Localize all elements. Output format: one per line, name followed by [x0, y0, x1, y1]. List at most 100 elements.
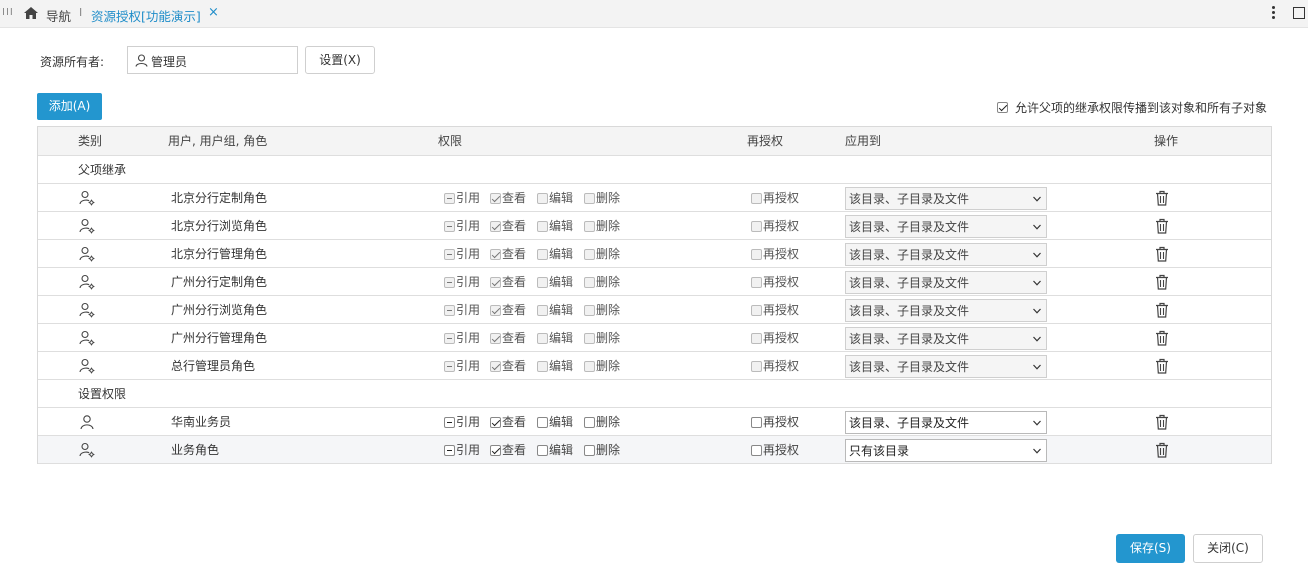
edit-checkbox[interactable]: [537, 444, 548, 456]
trash-icon[interactable]: [1155, 246, 1169, 262]
table-row[interactable]: 北京分行浏览角色 引用 查看 编辑 删除 再授权 该目录、子目录及文件: [38, 212, 1271, 240]
regrant-checkbox: [751, 304, 762, 316]
trash-icon[interactable]: [1155, 442, 1169, 458]
table-row[interactable]: 业务角色 引用 查看 编辑 删除 再授权 只有该目录: [38, 436, 1271, 464]
regrant-checkbox[interactable]: [751, 416, 762, 428]
group-label: 父项继承: [78, 163, 127, 177]
regrant-checkbox: [751, 276, 762, 288]
delete-checkbox: [584, 276, 595, 288]
delete-checkbox[interactable]: [584, 444, 595, 456]
apply-to-select[interactable]: 该目录、子目录及文件: [845, 411, 1047, 434]
view-checkbox: [490, 304, 501, 316]
apply-to-select: 该目录、子目录及文件: [845, 187, 1047, 210]
ref-label: 引用: [456, 331, 481, 345]
role-icon: [79, 302, 95, 318]
add-button[interactable]: 添加(A): [37, 93, 102, 120]
close-button[interactable]: 关闭(C): [1193, 534, 1263, 563]
more-vertical-icon[interactable]: [1266, 4, 1280, 22]
apply-to-select[interactable]: 只有该目录: [845, 439, 1047, 462]
ref-checkbox[interactable]: [444, 444, 455, 456]
group-label: 设置权限: [78, 387, 127, 401]
perm-view[interactable]: 查看: [490, 443, 526, 457]
role-icon: [79, 190, 95, 206]
ref-label: 引用: [456, 443, 481, 457]
view-label: 查看: [502, 247, 527, 261]
owner-field[interactable]: 管理员: [127, 46, 298, 74]
perm-ref[interactable]: 引用: [444, 443, 480, 457]
save-button[interactable]: 保存(S): [1116, 534, 1185, 563]
delete-label: 删除: [596, 247, 621, 261]
tab-resource-auth[interactable]: 资源授权[功能演示]: [91, 6, 201, 25]
perm-edit: 编辑: [537, 219, 573, 233]
principal-name: 北京分行管理角色: [171, 247, 268, 261]
view-checkbox[interactable]: [490, 416, 501, 428]
role-icon: [79, 274, 95, 290]
allow-inherit-option[interactable]: 允许父项的继承权限传播到该对象和所有子对象: [997, 99, 1267, 116]
perm-delete: 删除: [584, 359, 620, 373]
view-checkbox[interactable]: [490, 444, 501, 456]
drag-grip-icon[interactable]: III: [2, 7, 14, 18]
user-icon: [80, 415, 94, 430]
trash-icon[interactable]: [1155, 190, 1169, 206]
perm-regrant: 再授权: [751, 191, 799, 205]
perm-delete[interactable]: 删除: [584, 443, 620, 457]
delete-checkbox[interactable]: [584, 416, 595, 428]
perm-edit[interactable]: 编辑: [537, 415, 573, 429]
close-tab-icon[interactable]: ×: [208, 5, 219, 20]
chevron-down-icon: [1033, 196, 1041, 202]
perm-ref: 引用: [444, 191, 480, 205]
apply-to-value: 该目录、子目录及文件: [849, 332, 970, 346]
role-icon: [79, 246, 95, 262]
perm-ref: 引用: [444, 303, 480, 317]
role-icon: [79, 358, 95, 374]
perm-delete: 删除: [584, 219, 620, 233]
table-row[interactable]: 总行管理员角色 引用 查看 编辑 删除 再授权 该目录、子目录及文件: [38, 352, 1271, 380]
perm-regrant[interactable]: 再授权: [751, 443, 799, 457]
table-row[interactable]: 北京分行管理角色 引用 查看 编辑 删除 再授权 该目录、子目录及文件: [38, 240, 1271, 268]
delete-label: 删除: [596, 191, 621, 205]
ref-label: 引用: [456, 415, 481, 429]
regrant-checkbox: [751, 220, 762, 232]
maximize-icon[interactable]: [1293, 7, 1305, 19]
trash-icon[interactable]: [1155, 330, 1169, 346]
trash-icon[interactable]: [1155, 302, 1169, 318]
regrant-label: 再授权: [763, 191, 800, 205]
apply-to-value: 该目录、子目录及文件: [849, 304, 970, 318]
perm-view: 查看: [490, 331, 526, 345]
ref-checkbox: [444, 360, 455, 372]
perm-ref: 引用: [444, 219, 480, 233]
regrant-checkbox[interactable]: [751, 444, 762, 456]
perm-view[interactable]: 查看: [490, 415, 526, 429]
delete-checkbox: [584, 304, 595, 316]
view-checkbox: [490, 220, 501, 232]
perm-delete[interactable]: 删除: [584, 415, 620, 429]
view-checkbox: [490, 332, 501, 344]
allow-inherit-checkbox[interactable]: [997, 102, 1008, 113]
edit-checkbox[interactable]: [537, 416, 548, 428]
home-icon[interactable]: [23, 6, 39, 20]
perm-regrant: 再授权: [751, 247, 799, 261]
table-row[interactable]: 华南业务员 引用 查看 编辑 删除 再授权 该目录、子目录及文件: [38, 408, 1271, 436]
trash-icon[interactable]: [1155, 414, 1169, 430]
trash-icon[interactable]: [1155, 358, 1169, 374]
perm-ref[interactable]: 引用: [444, 415, 480, 429]
delete-checkbox: [584, 360, 595, 372]
ref-checkbox[interactable]: [444, 416, 455, 428]
apply-to-value: 该目录、子目录及文件: [849, 220, 970, 234]
chevron-down-icon: [1033, 336, 1041, 342]
table-row[interactable]: 北京分行定制角色 引用 查看 编辑 删除 再授权 该目录、子目录及文件: [38, 184, 1271, 212]
set-owner-button[interactable]: 设置(X): [305, 46, 375, 74]
perm-edit[interactable]: 编辑: [537, 443, 573, 457]
table-row[interactable]: 广州分行定制角色 引用 查看 编辑 删除 再授权 该目录、子目录及文件: [38, 268, 1271, 296]
trash-icon[interactable]: [1155, 218, 1169, 234]
table-row[interactable]: 广州分行浏览角色 引用 查看 编辑 删除 再授权 该目录、子目录及文件: [38, 296, 1271, 324]
perm-regrant[interactable]: 再授权: [751, 415, 799, 429]
permission-table: 类别 用户, 用户组, 角色 权限 再授权 应用到 操作 父项继承 北京分行定制角…: [37, 126, 1272, 464]
apply-to-select: 该目录、子目录及文件: [845, 327, 1047, 350]
table-row[interactable]: 广州分行管理角色 引用 查看 编辑 删除 再授权 该目录、子目录及文件: [38, 324, 1271, 352]
delete-label: 删除: [596, 275, 621, 289]
tab-navigation[interactable]: 导航: [46, 6, 71, 25]
view-label: 查看: [502, 275, 527, 289]
ref-checkbox: [444, 304, 455, 316]
trash-icon[interactable]: [1155, 274, 1169, 290]
